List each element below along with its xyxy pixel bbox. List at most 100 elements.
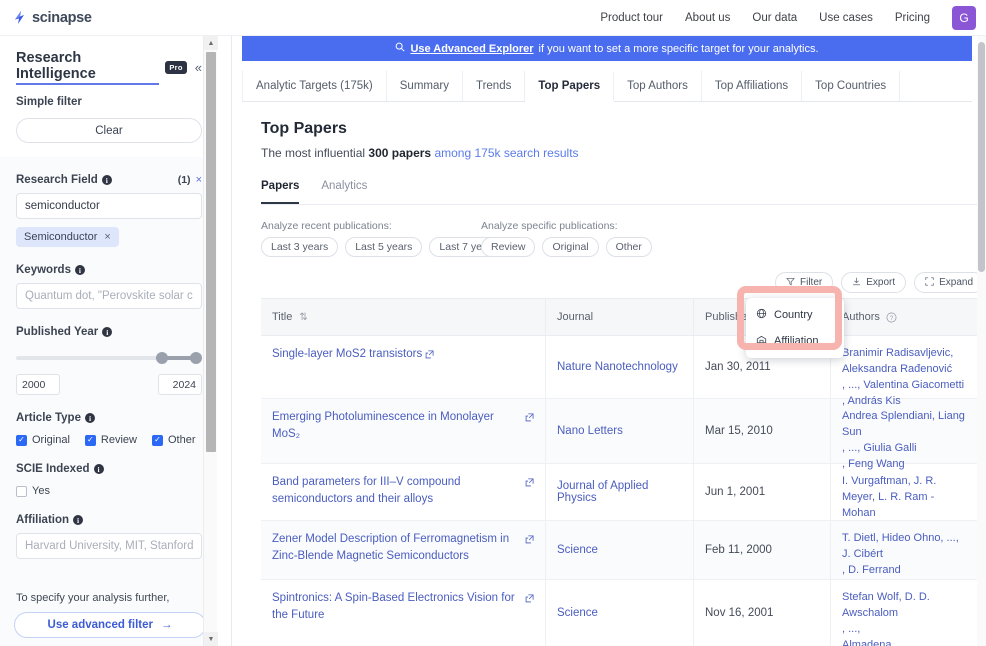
export-button[interactable]: Export [841,272,907,293]
research-field-input[interactable] [16,193,202,219]
table-row[interactable]: Spintronics: A Spin-Based Electronics Vi… [261,580,979,646]
subtab-papers[interactable]: Papers [261,180,300,204]
paper-title-link[interactable]: Zener Model Description of Ferromagnetis… [272,531,522,564]
year-from-input[interactable]: 2000 [16,374,60,395]
sort-icon[interactable]: ⇅ [299,312,307,323]
authors-list[interactable]: I. Vurgaftman, J. R. Meyer, L. R. Ram - … [842,474,967,522]
info-icon[interactable]: i [84,413,95,423]
nav-link-about-us[interactable]: About us [685,12,730,24]
checkbox-icon[interactable] [16,485,27,497]
info-icon[interactable]: i [101,175,112,185]
year-to-input[interactable]: 2024 [158,374,202,395]
info-icon[interactable]: i [93,464,104,474]
journal-link[interactable]: Nature Nanotechnology [557,361,678,373]
journal-link[interactable]: Science [557,607,598,619]
tab-top-countries[interactable]: Top Countries [802,71,901,101]
checkbox-scie-yes[interactable]: Yes [16,485,50,497]
pill-last-5-years[interactable]: Last 5 years [345,237,423,257]
paper-title-link[interactable]: Spintronics: A Spin-Based Electronics Vi… [272,590,522,623]
expand-button[interactable]: Expand [914,272,985,293]
keywords-input[interactable] [16,283,202,309]
table-row[interactable]: Zener Model Description of Ferromagnetis… [261,521,979,580]
affiliation-input[interactable] [16,533,202,559]
checkbox-review[interactable]: Review [84,434,137,446]
external-link-icon[interactable] [525,531,534,544]
info-icon[interactable]: i [73,515,84,525]
slider-knob-min[interactable] [156,352,168,364]
checkbox-icon[interactable] [151,434,163,446]
tab-top-papers[interactable]: Top Papers [525,72,615,102]
pill-original[interactable]: Original [542,237,599,257]
table-row[interactable]: Single-layer MoS2 transistors Nature Nan… [261,336,979,407]
tab-top-affiliations[interactable]: Top Affiliations [702,71,803,101]
paper-title-link[interactable]: Emerging Photoluminescence in Monolayer … [272,409,522,442]
clear-filters-button[interactable]: Clear [16,118,202,143]
published-year-slider[interactable] [16,351,202,365]
external-link-icon[interactable] [425,346,434,359]
keywords-label-row: Keywords i [16,264,202,276]
research-field-clear-icon[interactable]: × [196,174,202,186]
checkbox-other[interactable]: Other [151,434,196,446]
pill-last-3-years[interactable]: Last 3 years [261,237,339,257]
paper-title-link[interactable]: Single-layer MoS2 transistors [272,346,422,363]
sidebar-scroll-thumb[interactable] [206,52,216,452]
checkbox-original[interactable]: Original [16,434,70,446]
collapse-sidebar-icon[interactable]: « [195,60,202,75]
brand-logo[interactable]: scinapse [12,10,92,26]
journal-link[interactable]: Nano Letters [557,425,623,437]
tab-analytic-targets[interactable]: Analytic Targets (175k) [242,71,387,101]
advanced-explorer-link[interactable]: Use Advanced Explorer [410,43,533,55]
filter-button[interactable]: Filter [775,272,834,293]
tab-trends[interactable]: Trends [463,71,526,101]
pro-badge: Pro [165,61,187,74]
external-link-icon[interactable] [525,590,534,603]
sidebar-scrollbar[interactable]: ▲ ▼ [203,36,218,646]
expand-icon [925,276,934,289]
cell-authors: I. Vurgaftman, J. R. Meyer, L. R. Ram - … [831,464,979,520]
advanced-explorer-banner[interactable]: Use Advanced Explorer if you want to set… [242,36,972,61]
journal-link[interactable]: Journal of Applied Physics [557,480,682,504]
slider-knob-max[interactable] [190,352,202,364]
authors-list[interactable]: T. Dietl, Hideo Ohno, ..., J. Cibért , D… [842,531,967,579]
external-link-icon[interactable] [525,409,534,422]
subtitle-results-link[interactable]: among 175k search results [434,146,578,160]
dropdown-item-country[interactable]: Country [746,302,844,328]
external-link-icon[interactable] [525,474,534,487]
nav-link-product-tour[interactable]: Product tour [600,12,663,24]
checkbox-icon[interactable] [16,434,27,446]
use-advanced-filter-button[interactable]: Use advanced filter → [14,612,206,638]
tab-summary[interactable]: Summary [387,71,463,101]
help-icon[interactable]: ? [886,312,897,323]
pill-other[interactable]: Other [605,237,652,257]
dropdown-item-affiliation[interactable]: Affiliation [746,328,844,354]
nav-link-pricing[interactable]: Pricing [895,12,930,24]
chip-remove-icon[interactable]: × [104,231,110,243]
table-row[interactable]: Band parameters for III–V compound semic… [261,464,979,521]
tab-top-authors[interactable]: Top Authors [614,71,702,101]
nav-link-use-cases[interactable]: Use cases [819,12,873,24]
checkbox-icon[interactable] [84,434,96,446]
scroll-down-arrow-icon[interactable]: ▼ [204,632,218,646]
pill-review[interactable]: Review [481,237,536,257]
scie-indexed-label: SCIE Indexed [16,463,90,475]
analyze-recent-label: Analyze recent publications: [261,220,392,232]
research-field-chip[interactable]: Semiconductor × [16,227,119,247]
subtab-analytics[interactable]: Analytics [321,180,367,204]
info-icon[interactable]: i [102,327,113,337]
column-header-title[interactable]: Title ⇅ [261,299,546,335]
column-header-authors[interactable]: Authors ? [831,299,979,335]
page-scrollbar[interactable] [977,36,986,646]
table-header-row: Title ⇅ Journal Published Authors ? [261,298,979,336]
cell-authors: T. Dietl, Hideo Ohno, ..., J. Cibért , D… [831,521,979,579]
avatar[interactable]: G [952,5,976,30]
authors-list[interactable]: Stefan Wolf, D. D. Awschalom , ..., Alma… [842,590,967,646]
nav-link-our-data[interactable]: Our data [752,12,797,24]
scroll-up-arrow-icon[interactable]: ▲ [204,36,218,50]
info-icon[interactable]: i [74,265,85,275]
column-header-journal[interactable]: Journal [546,299,694,335]
journal-link[interactable]: Science [557,544,598,556]
paper-title-link[interactable]: Band parameters for III–V compound semic… [272,474,522,507]
app-root: scinapse Product tour About us Our data … [0,0,986,646]
table-row[interactable]: Emerging Photoluminescence in Monolayer … [261,399,979,470]
page-scroll-thumb[interactable] [978,42,985,272]
